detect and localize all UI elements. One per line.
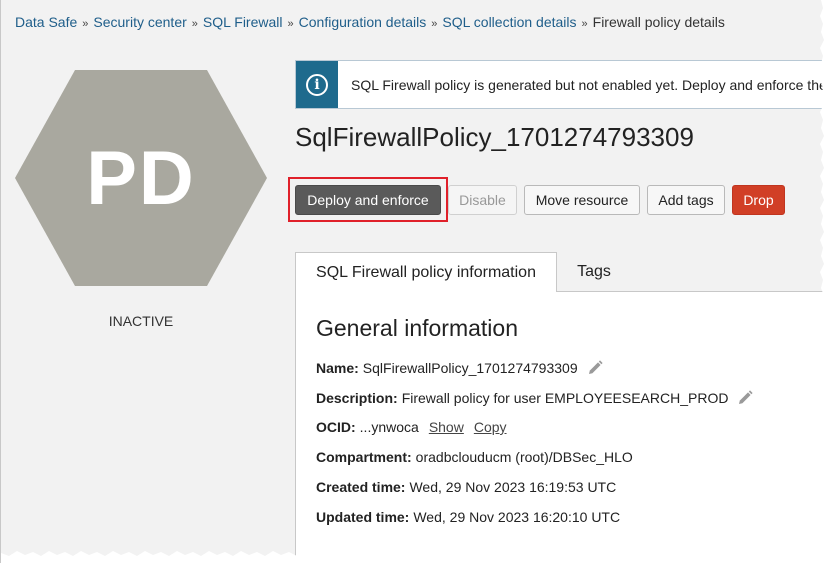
field-value: Firewall policy for user EMPLOYEESEARCH_… (401, 390, 729, 406)
field-description: Description: Firewall policy for user EM… (316, 389, 754, 407)
deploy-and-enforce-button[interactable]: Deploy and enforce (295, 185, 441, 215)
breadcrumb-data-safe[interactable]: Data Safe (15, 14, 77, 30)
pencil-icon[interactable] (586, 359, 604, 377)
breadcrumb-separator: » (287, 18, 294, 30)
breadcrumb-separator: » (82, 18, 89, 30)
drop-button[interactable]: Drop (732, 185, 785, 215)
field-name: Name: SqlFirewallPolicy_1701274793309 (316, 359, 604, 377)
pencil-icon[interactable] (736, 389, 754, 407)
field-value: Wed, 29 Nov 2023 16:20:10 UTC (413, 509, 621, 525)
screenshot-frame: Data Safe » Security center » SQL Firewall » C… (0, 0, 826, 563)
field-label: Name: (316, 360, 359, 376)
field-label: Created time: (316, 479, 406, 495)
section-heading: General information (316, 315, 518, 341)
field-label: Compartment: (316, 449, 412, 465)
breadcrumb-security-center[interactable]: Security center (93, 14, 186, 30)
field-compartment: Compartment: oradbclouducm (root)/DBSec_… (316, 449, 633, 465)
field-label: OCID: (316, 419, 356, 435)
field-value: ...ynwoca (359, 419, 419, 435)
info-icon: i (306, 73, 328, 96)
banner-icon-box: i (296, 61, 338, 108)
page-title: SqlFirewallPolicy_1701274793309 (295, 122, 694, 152)
add-tags-button[interactable]: Add tags (647, 185, 725, 215)
banner-text: SQL Firewall policy is generated but not… (351, 76, 826, 93)
tab-sql-firewall-policy-information[interactable]: SQL Firewall policy information (295, 252, 557, 292)
breadcrumb-separator: » (191, 18, 198, 30)
field-value: SqlFirewallPolicy_1701274793309 (362, 360, 578, 376)
breadcrumb-sql-firewall[interactable]: SQL Firewall (203, 14, 283, 30)
info-banner: i SQL Firewall policy is generated but n… (295, 60, 826, 109)
status-label: INACTIVE (108, 313, 174, 329)
breadcrumb-separator: » (431, 18, 438, 30)
avatar-initials: PD (86, 135, 196, 221)
field-label: Updated time: (316, 509, 410, 525)
breadcrumb-configuration-details[interactable]: Configuration details (299, 14, 427, 30)
field-label: Description: (316, 390, 398, 406)
breadcrumb: Data Safe » Security center » SQL Firewall » C… (15, 14, 725, 30)
breadcrumb-sql-collection-details[interactable]: SQL collection details (442, 14, 576, 30)
avatar: PD (15, 70, 267, 286)
disable-button[interactable]: Disable (448, 185, 517, 215)
move-resource-button[interactable]: Move resource (524, 185, 640, 215)
breadcrumb-separator: » (581, 18, 588, 30)
tab-tags[interactable]: Tags (557, 252, 631, 292)
field-value: Wed, 29 Nov 2023 16:19:53 UTC (409, 479, 617, 495)
breadcrumb-current: Firewall policy details (592, 14, 725, 30)
field-created-time: Created time: Wed, 29 Nov 2023 16:19:53 … (316, 479, 616, 495)
field-value: oradbclouducm (root)/DBSec_HLO (415, 449, 633, 465)
show-link[interactable]: Show (429, 419, 464, 435)
field-ocid: OCID: ...ynwoca Show Copy (316, 419, 507, 435)
copy-link[interactable]: Copy (474, 419, 507, 435)
field-updated-time: Updated time: Wed, 29 Nov 2023 16:20:10 … (316, 509, 620, 525)
